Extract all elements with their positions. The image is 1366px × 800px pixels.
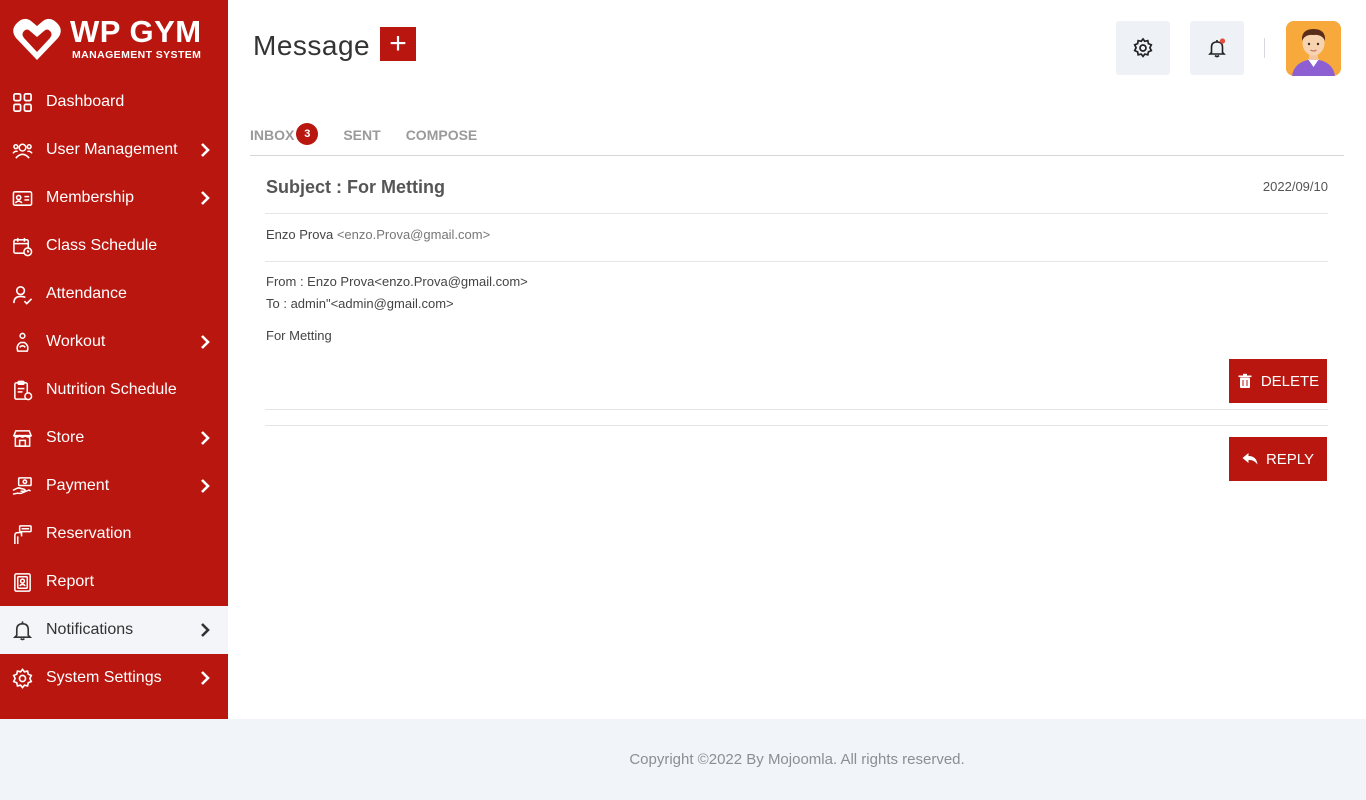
chevron-right-icon [201,191,210,205]
payment-hand-icon [11,475,33,497]
user-avatar-icon [1286,21,1341,76]
tab-compose[interactable]: COMPOSE [406,120,478,150]
reservation-icon [11,523,33,545]
sidebar-item-dashboard[interactable]: Dashboard [0,78,228,126]
logo[interactable]: WP GYM MANAGEMENT SYSTEM [0,0,228,78]
gear-icon [1133,37,1153,58]
delete-button-label: DELETE [1260,372,1320,390]
chevron-right-icon [201,479,210,493]
page-title: Message [253,30,371,61]
delete-button[interactable]: DELETE [1229,359,1327,403]
sidebar-item-label: User Management [46,141,178,158]
sidebar-item-label: Membership [46,189,135,206]
calendar-icon [11,235,33,257]
tab-inbox-label: INBOX [250,127,295,143]
sidebar-item-system-settings[interactable]: System Settings [0,654,228,702]
copyright-text: Copyright ©2022 By Mojoomla. All rights … [629,751,965,768]
message-view: Subject : For Metting 2022/09/10 Enzo Pr… [265,165,1328,481]
bell-icon [11,619,33,641]
sidebar-nav: Dashboard User Management Membership Cla… [0,78,228,702]
message-from: From : Enzo Prova<enzo.Prova@gmail.com> [266,274,528,289]
sender-email: <enzo.Prova@gmail.com> [336,227,491,242]
sidebar-item-attendance[interactable]: Attendance [0,270,228,318]
sidebar-item-label: Reservation [46,525,132,542]
chevron-right-icon [201,671,210,685]
bell-icon [1208,38,1226,58]
sidebar-item-notifications[interactable]: Notifications [0,606,228,654]
sidebar-item-label: Report [46,573,95,590]
avatar[interactable] [1286,21,1341,76]
main-content: Message + INBOX 3 SENT COMPOSE Subject:… [228,0,1366,719]
message-sender: Enzo Prova <enzo.Prova@gmail.com> [265,214,1328,262]
users-icon [11,139,33,161]
sidebar-item-label: Nutrition Schedule [46,381,177,398]
reply-button[interactable]: REPLY [1229,437,1327,481]
message-date: 2022/09/10 [1262,179,1328,194]
chevron-right-icon [201,335,210,349]
sidebar-item-label: Workout [46,333,106,350]
membership-card-icon [11,187,33,209]
dashboard-icon [11,91,33,113]
divider [265,425,1328,426]
gym-logo-icon [13,18,61,61]
sidebar-item-nutrition-schedule[interactable]: Nutrition Schedule [0,366,228,414]
sidebar-item-label: Notifications [46,621,134,638]
nutrition-clipboard-icon [11,379,33,401]
settings-button[interactable] [1116,21,1170,75]
divider [265,409,1328,410]
sidebar: WP GYM MANAGEMENT SYSTEM Dashboard User … [0,0,228,719]
tab-compose-label: COMPOSE [405,127,478,143]
store-icon [11,427,33,449]
sidebar-item-label: Class Schedule [46,237,158,254]
message-body: For Metting [266,328,332,343]
sidebar-item-report[interactable]: Report [0,558,228,606]
sidebar-item-user-management[interactable]: User Management [0,126,228,174]
brand-subtitle: MANAGEMENT SYSTEM [72,49,202,61]
sidebar-item-label: Payment [46,477,110,494]
add-message-button[interactable]: + [380,27,416,61]
gear-icon [11,667,33,689]
sidebar-item-label: Store [46,429,85,446]
sidebar-item-reservation[interactable]: Reservation [0,510,228,558]
inbox-count-badge: 3 [296,123,319,145]
sidebar-item-workout[interactable]: Workout [0,318,228,366]
sidebar-item-store[interactable]: Store [0,414,228,462]
workout-icon [11,331,33,353]
sender-name: Enzo Prova [266,227,334,242]
sidebar-item-payment[interactable]: Payment [0,462,228,510]
trash-icon [1238,373,1252,388]
sidebar-item-label: Dashboard [46,93,125,110]
tab-sent-label: SENT [343,127,381,143]
footer: Copyright ©2022 By Mojoomla. All rights … [228,719,1366,800]
chevron-right-icon [201,143,210,157]
reply-button-label: REPLY [1265,450,1315,468]
sidebar-item-label: Attendance [46,285,127,302]
brand-title: WP GYM [70,14,202,49]
message-subject: Subject : For Metting [266,177,445,197]
chevron-right-icon [201,431,210,445]
sidebar-item-label: System Settings [46,669,162,686]
user-check-icon [11,283,33,305]
tab-inbox[interactable]: INBOX 3 [250,120,319,150]
sender-line: Enzo Prova <enzo.Prova@gmail.com> [266,227,490,242]
notifications-button[interactable] [1190,21,1244,75]
reply-icon [1242,453,1258,465]
header-divider [1264,38,1265,58]
message-tabs: INBOX 3 SENT COMPOSE [250,120,1344,156]
report-icon [11,571,33,593]
chevron-right-icon [201,623,210,637]
message-header: Subject : For Metting 2022/09/10 [265,165,1328,214]
tab-sent[interactable]: SENT [343,120,380,150]
sidebar-item-membership[interactable]: Membership [0,174,228,222]
sidebar-item-class-schedule[interactable]: Class Schedule [0,222,228,270]
message-to: To : admin"<admin@gmail.com> [266,296,454,311]
